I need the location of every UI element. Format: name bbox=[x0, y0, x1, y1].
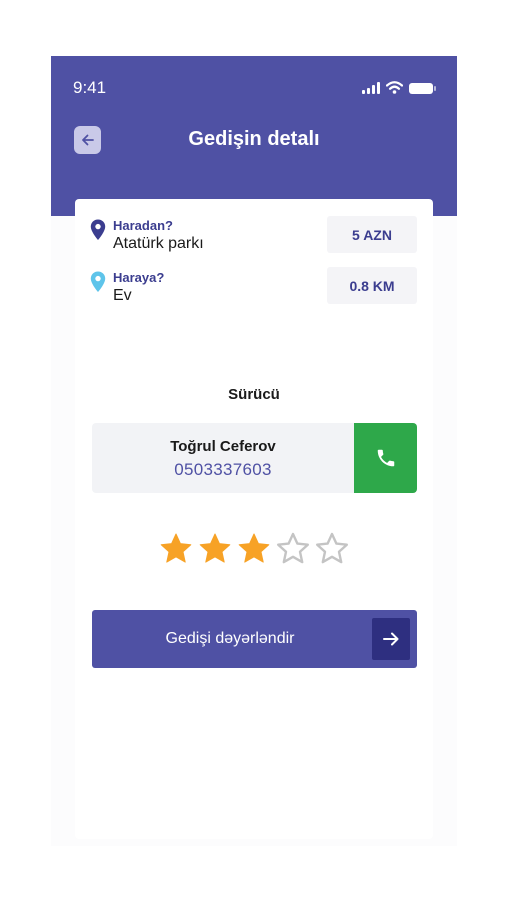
rate-trip-label: Gedişi dəyərləndir bbox=[165, 630, 295, 647]
arrow-right-button[interactable] bbox=[372, 618, 410, 660]
app-header: 9:41 Gedişin detalı bbox=[51, 56, 457, 216]
from-value: Atatürk parkı bbox=[113, 235, 204, 252]
to-value: Ev bbox=[113, 287, 132, 304]
status-time: 9:41 bbox=[73, 78, 107, 97]
driver-heading: Sürücü bbox=[228, 386, 280, 403]
star-filled-icon[interactable] bbox=[236, 531, 272, 567]
price-badge: 5 AZN bbox=[327, 216, 417, 253]
arrow-right-icon bbox=[383, 632, 399, 646]
phone-screen: 9:41 Gedişin detalı Haradan? Atatürk par… bbox=[51, 56, 457, 846]
star-empty-icon[interactable] bbox=[275, 531, 311, 567]
call-button[interactable] bbox=[354, 423, 417, 493]
driver-name: Toğrul Ceferov bbox=[170, 438, 276, 455]
rating-stars[interactable] bbox=[75, 531, 433, 567]
from-location: Haradan? Atatürk parkı bbox=[90, 218, 204, 254]
phone-icon bbox=[377, 449, 394, 467]
signal-icon bbox=[362, 82, 380, 94]
driver-phone: 0503337603 bbox=[174, 460, 272, 479]
to-label: Haraya? bbox=[113, 270, 165, 285]
star-filled-icon[interactable] bbox=[158, 531, 194, 567]
wifi-icon bbox=[386, 81, 403, 94]
status-icons bbox=[362, 80, 436, 94]
star-filled-icon[interactable] bbox=[197, 531, 233, 567]
page-title: Gedişin detalı bbox=[188, 128, 320, 150]
battery-icon bbox=[409, 83, 436, 94]
to-location: Haraya? Ev bbox=[90, 270, 164, 306]
star-empty-icon[interactable] bbox=[314, 531, 350, 567]
location-pin-icon bbox=[90, 271, 106, 292]
distance-badge: 0.8 KM bbox=[327, 267, 417, 304]
trip-detail-card: Haradan? Atatürk parkı 5 AZN Haraya? Ev … bbox=[75, 199, 433, 839]
location-pin-icon bbox=[90, 219, 106, 240]
driver-info: Toğrul Ceferov 0503337603 bbox=[92, 423, 417, 493]
from-label: Haradan? bbox=[113, 218, 173, 233]
rate-trip-button[interactable]: Gedişi dəyərləndir bbox=[92, 610, 417, 668]
